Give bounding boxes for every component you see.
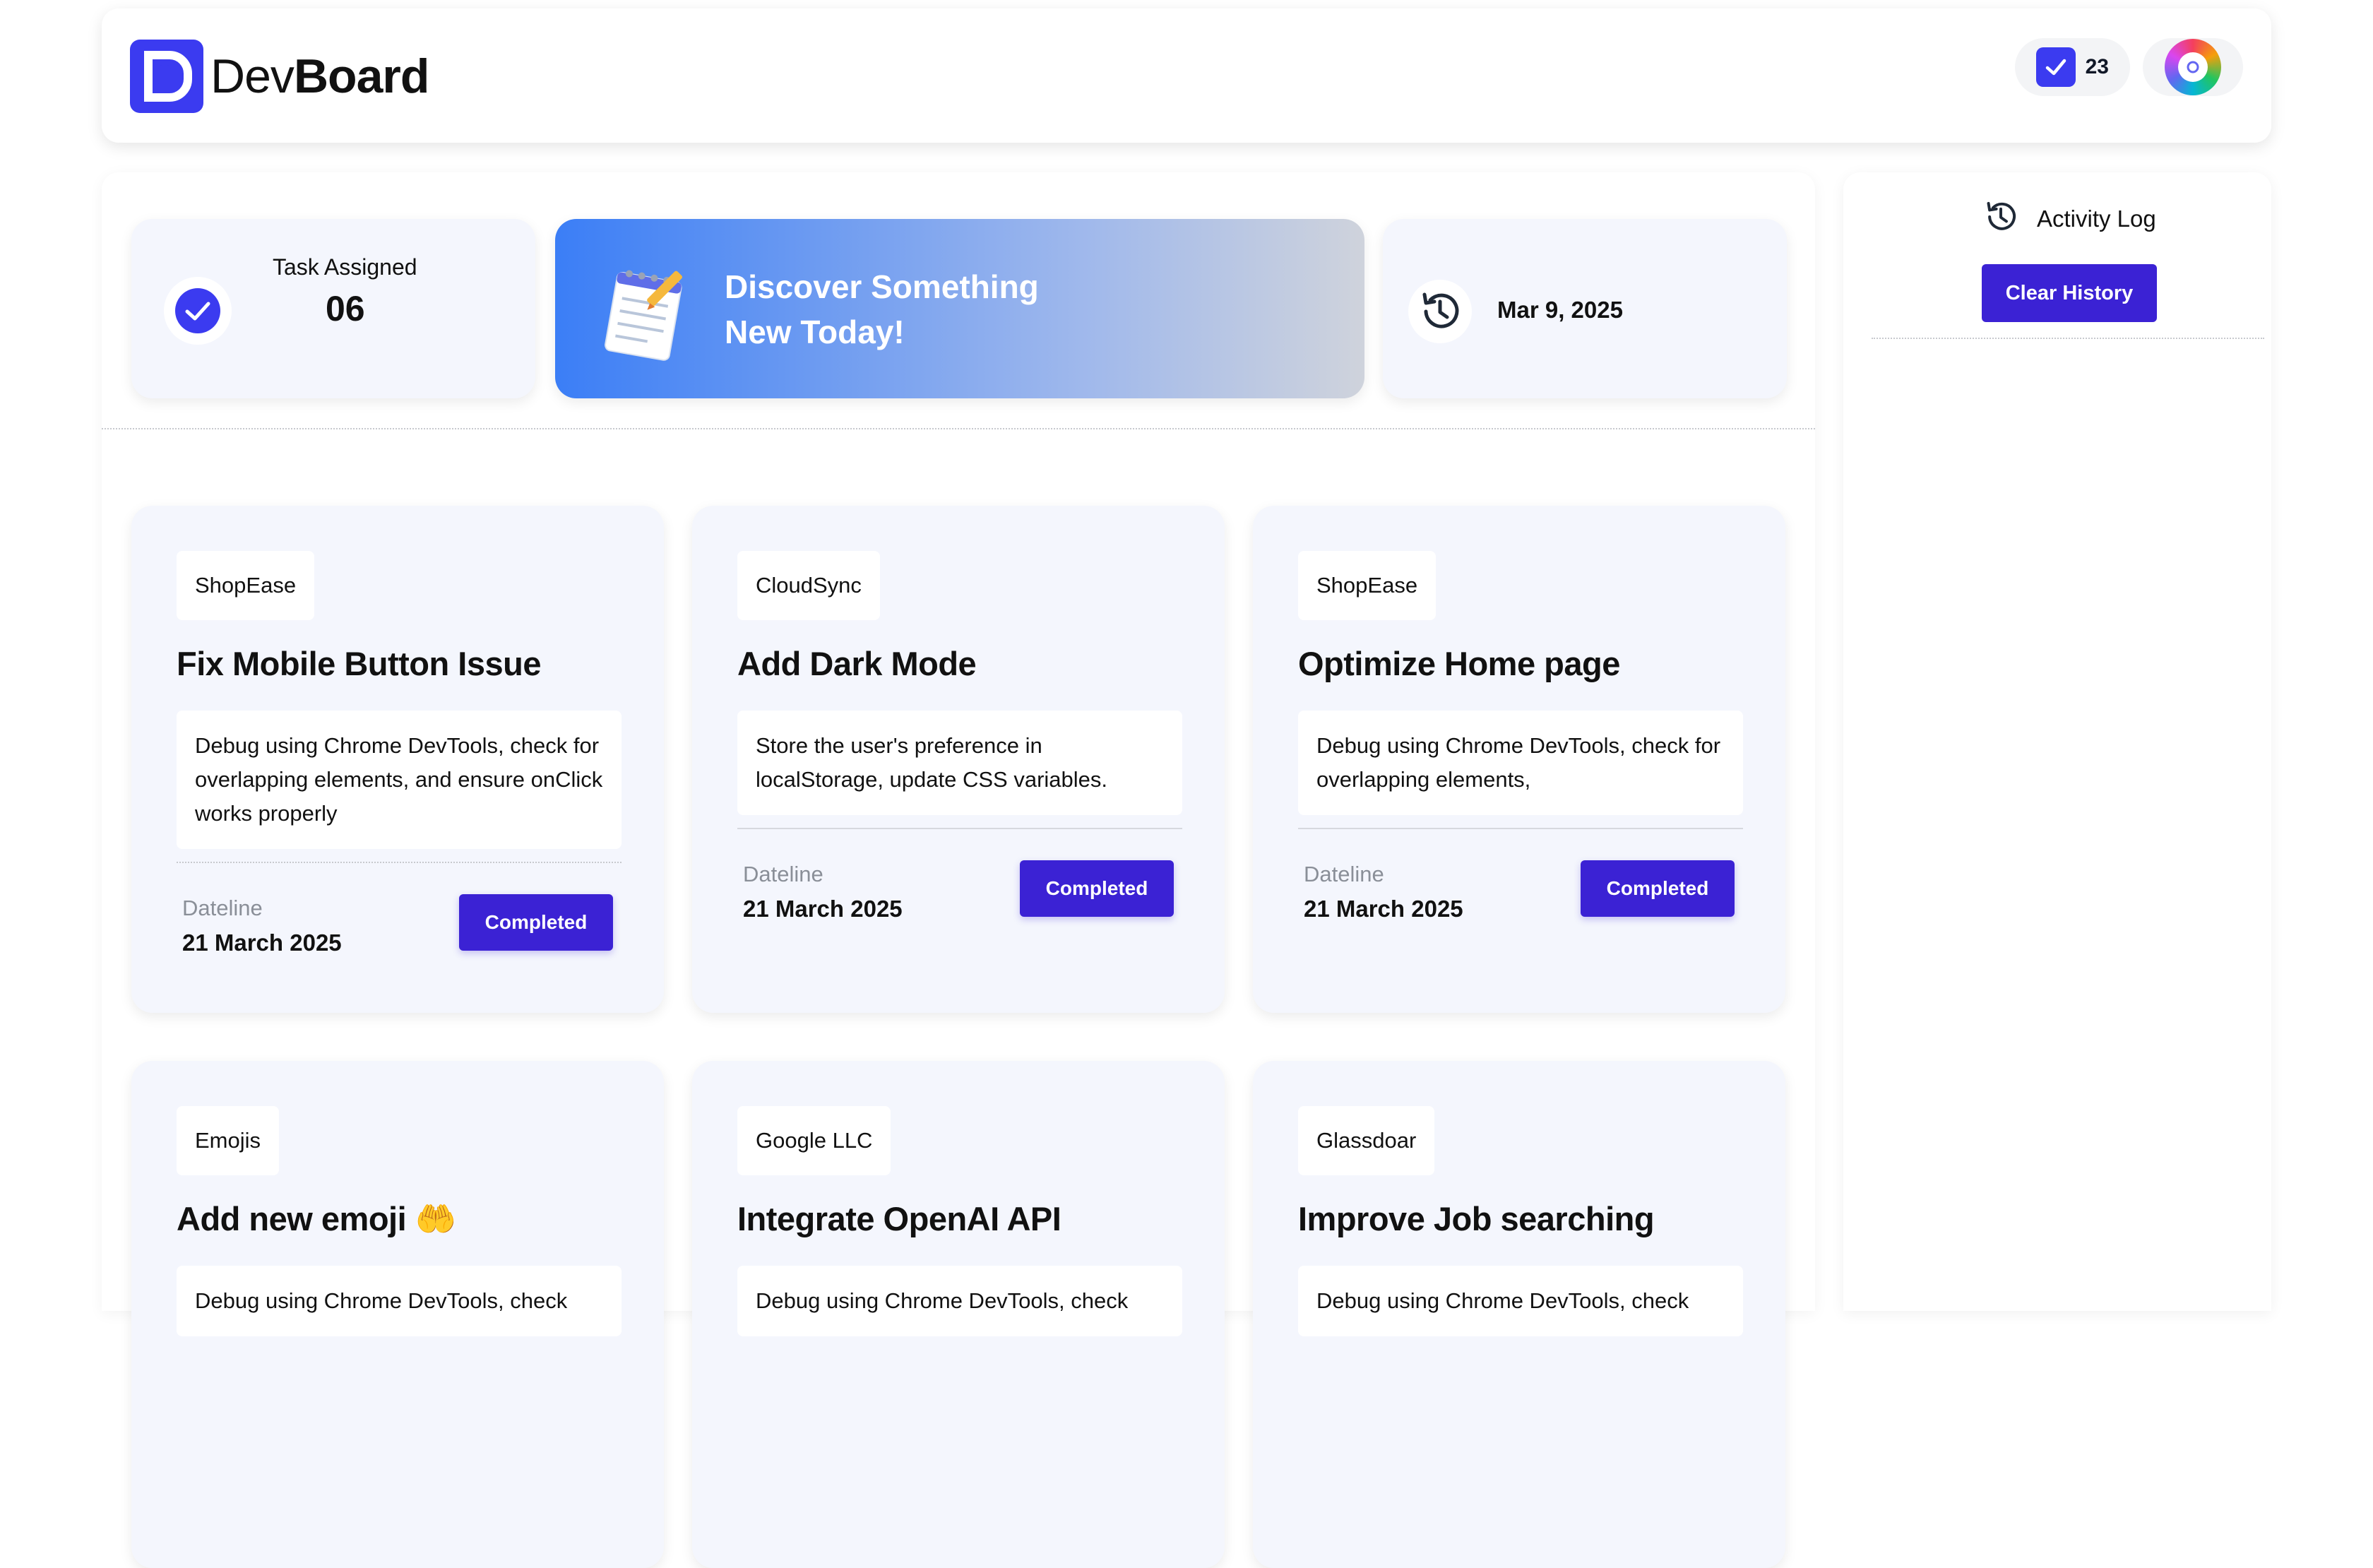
task-tag: Google LLC xyxy=(737,1106,891,1175)
task-title: Optimize Home page xyxy=(1298,645,1620,682)
card-divider xyxy=(1298,828,1743,829)
task-tag: Glassdoar xyxy=(1298,1106,1435,1175)
top-navbar: DevBoard 23 xyxy=(102,8,2271,143)
avatar xyxy=(2165,39,2221,95)
task-description: Debug using Chrome DevTools, check xyxy=(177,1266,622,1336)
sidebar-divider xyxy=(1872,338,2264,339)
card-divider xyxy=(177,862,622,863)
current-date: Mar 9, 2025 xyxy=(1497,297,1623,323)
date-card: Mar 9, 2025 xyxy=(1383,219,1787,398)
card-divider xyxy=(737,828,1182,829)
notepad-icon xyxy=(596,259,692,368)
discover-banner[interactable]: Discover Something New Today! xyxy=(555,219,1364,398)
task-title: Improve Job searching xyxy=(1298,1200,1655,1237)
task-tag: ShopEase xyxy=(1298,551,1437,620)
task-counter-badge[interactable]: 23 xyxy=(2014,38,2130,96)
brand-name: DevBoard xyxy=(210,49,429,103)
history-icon xyxy=(1982,198,2020,239)
main-content: Task Assigned 06 Discover Something New … xyxy=(102,172,1815,1568)
task-count: 23 xyxy=(2085,55,2109,78)
deadline-label: Dateline xyxy=(743,862,823,886)
refresh-icon xyxy=(2178,52,2208,82)
section-divider xyxy=(102,428,1815,429)
banner-heading: Discover Something New Today! xyxy=(725,268,1039,350)
task-description: Debug using Chrome DevTools, check for o… xyxy=(177,711,622,849)
history-icon xyxy=(1408,280,1472,343)
completed-button[interactable]: Completed xyxy=(1020,860,1174,917)
task-title: Fix Mobile Button Issue xyxy=(177,645,541,682)
task-title: Add new emoji 🤲 xyxy=(177,1200,456,1237)
task-card: CloudSync Add Dark Mode Store the user's… xyxy=(692,506,1225,1013)
task-title: Add Dark Mode xyxy=(737,645,977,682)
check-circle-icon xyxy=(164,277,232,345)
task-card: ShopEase Optimize Home page Debug using … xyxy=(1253,506,1785,1013)
task-tag: ShopEase xyxy=(177,551,315,620)
deadline-value: 21 March 2025 xyxy=(182,929,342,956)
activity-log-sidebar: Activity Log Clear History xyxy=(1843,172,2271,1311)
task-tag: CloudSync xyxy=(737,551,880,620)
deadline-value: 21 March 2025 xyxy=(743,896,903,922)
task-assigned-card: Task Assigned 06 xyxy=(131,219,535,398)
completed-button[interactable]: Completed xyxy=(1581,860,1735,917)
clear-history-button[interactable]: Clear History xyxy=(1982,264,2157,322)
checkbox-icon xyxy=(2035,47,2076,87)
task-description: Store the user's preference in localStor… xyxy=(737,711,1182,815)
deadline-value: 21 March 2025 xyxy=(1304,896,1463,922)
logo-d-icon xyxy=(130,40,203,113)
brand-logo[interactable]: DevBoard xyxy=(130,40,429,113)
task-assigned-value: 06 xyxy=(326,289,365,328)
task-card: Glassdoar Improve Job searching Debug us… xyxy=(1253,1061,1785,1568)
profile-button[interactable] xyxy=(2143,38,2243,96)
task-title: Integrate OpenAI API xyxy=(737,1200,1061,1237)
task-card: ShopEase Fix Mobile Button Issue Debug u… xyxy=(131,506,664,1013)
task-description: Debug using Chrome DevTools, check xyxy=(1298,1266,1743,1336)
completed-button[interactable]: Completed xyxy=(459,894,613,951)
activity-log-header: Activity Log xyxy=(1982,198,2156,239)
activity-log-title: Activity Log xyxy=(2037,205,2156,232)
task-description: Debug using Chrome DevTools, check xyxy=(737,1266,1182,1336)
task-tag: Emojis xyxy=(177,1106,280,1175)
task-card: Emojis Add new emoji 🤲 Debug using Chrom… xyxy=(131,1061,664,1568)
task-description: Debug using Chrome DevTools, check for o… xyxy=(1298,711,1743,815)
deadline-label: Dateline xyxy=(1304,862,1384,886)
task-card: Google LLC Integrate OpenAI API Debug us… xyxy=(692,1061,1225,1568)
deadline-label: Dateline xyxy=(182,896,263,920)
task-assigned-label: Task Assigned xyxy=(273,254,417,280)
